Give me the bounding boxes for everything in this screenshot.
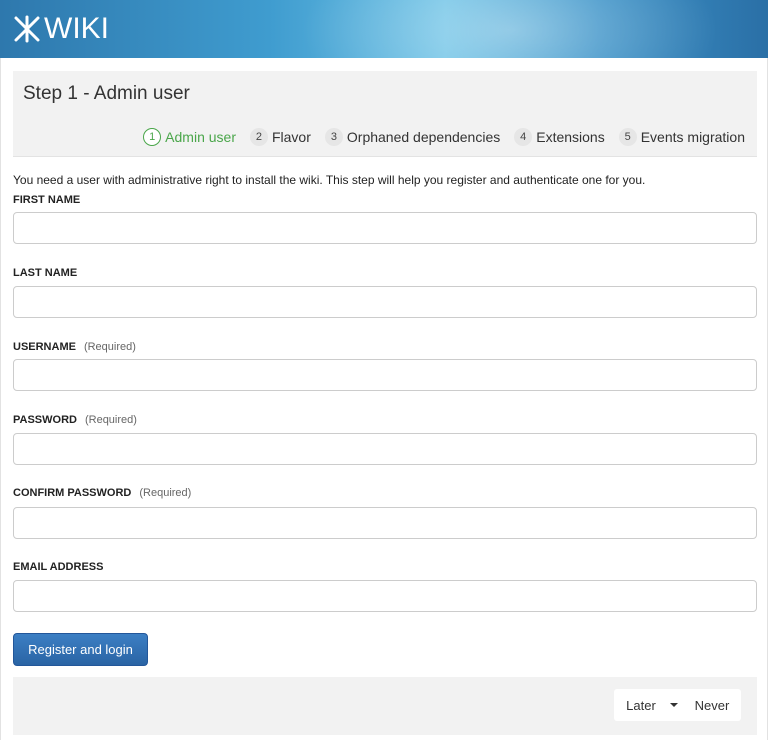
step-label: Events migration bbox=[640, 129, 745, 145]
username-input[interactable] bbox=[13, 359, 757, 391]
step-number: 4 bbox=[514, 128, 533, 146]
intro-text: You need a user with administrative righ… bbox=[13, 173, 646, 187]
xwiki-logo[interactable]: WIKI bbox=[12, 11, 109, 47]
step-label: Extensions bbox=[536, 129, 605, 145]
xwiki-x-icon bbox=[14, 15, 40, 43]
required-hint: (Required) bbox=[84, 414, 137, 426]
step-admin-user: 1 Admin user bbox=[143, 128, 236, 146]
step-label: Admin user bbox=[165, 129, 236, 145]
email-input[interactable] bbox=[13, 580, 757, 612]
caret-down-icon bbox=[669, 703, 678, 707]
footer-actions: Later Never bbox=[13, 677, 757, 735]
step-flavor: 2 Flavor bbox=[249, 128, 311, 146]
password-label-text: PASSWORD bbox=[13, 414, 77, 426]
step-header: Step 1 - Admin user 1 Admin user 2 Flavo… bbox=[13, 71, 757, 157]
logo-text: WIKI bbox=[44, 12, 109, 45]
required-hint: (Required) bbox=[139, 487, 192, 499]
password-input[interactable] bbox=[13, 433, 757, 465]
email-label: EMAIL ADDRESS bbox=[13, 561, 103, 573]
confirm-password-input[interactable] bbox=[13, 507, 757, 539]
step-title: Step 1 - Admin user bbox=[23, 83, 190, 104]
step-extensions: 4 Extensions bbox=[514, 128, 605, 146]
step-events-migration: 5 Events migration bbox=[618, 128, 745, 146]
later-dropdown-button[interactable]: Later bbox=[614, 689, 690, 721]
step-number: 3 bbox=[324, 128, 343, 146]
never-button[interactable]: Never bbox=[683, 689, 741, 721]
username-label: USERNAME (Required) bbox=[13, 341, 136, 353]
required-hint: (Required) bbox=[83, 341, 136, 353]
email-label-text: EMAIL ADDRESS bbox=[13, 561, 104, 573]
step-number: 2 bbox=[249, 128, 268, 146]
step-label: Orphaned dependencies bbox=[346, 129, 501, 145]
password-label: PASSWORD (Required) bbox=[13, 414, 137, 426]
first-name-label: FIRST NAME bbox=[13, 194, 80, 206]
step-number: 5 bbox=[618, 128, 637, 146]
top-banner: WIKI bbox=[0, 0, 768, 58]
step-label: Flavor bbox=[271, 129, 311, 145]
confirm-password-label-text: CONFIRM PASSWORD bbox=[13, 487, 132, 499]
confirm-password-label: CONFIRM PASSWORD (Required) bbox=[13, 487, 191, 499]
last-name-label-text: LAST NAME bbox=[13, 267, 78, 279]
step-number: 1 bbox=[143, 128, 162, 146]
first-name-label-text: FIRST NAME bbox=[13, 194, 81, 206]
register-and-login-button[interactable]: Register and login bbox=[13, 633, 148, 666]
last-name-label: LAST NAME bbox=[13, 267, 77, 279]
later-label: Later bbox=[626, 697, 656, 713]
first-name-input[interactable] bbox=[13, 212, 757, 244]
install-panel: Step 1 - Admin user 1 Admin user 2 Flavo… bbox=[0, 58, 768, 740]
step-orphaned-dependencies: 3 Orphaned dependencies bbox=[324, 128, 501, 146]
last-name-input[interactable] bbox=[13, 286, 757, 318]
wizard-stepper: 1 Admin user 2 Flavor 3 Orphaned depende… bbox=[129, 126, 745, 148]
username-label-text: USERNAME bbox=[13, 341, 76, 353]
